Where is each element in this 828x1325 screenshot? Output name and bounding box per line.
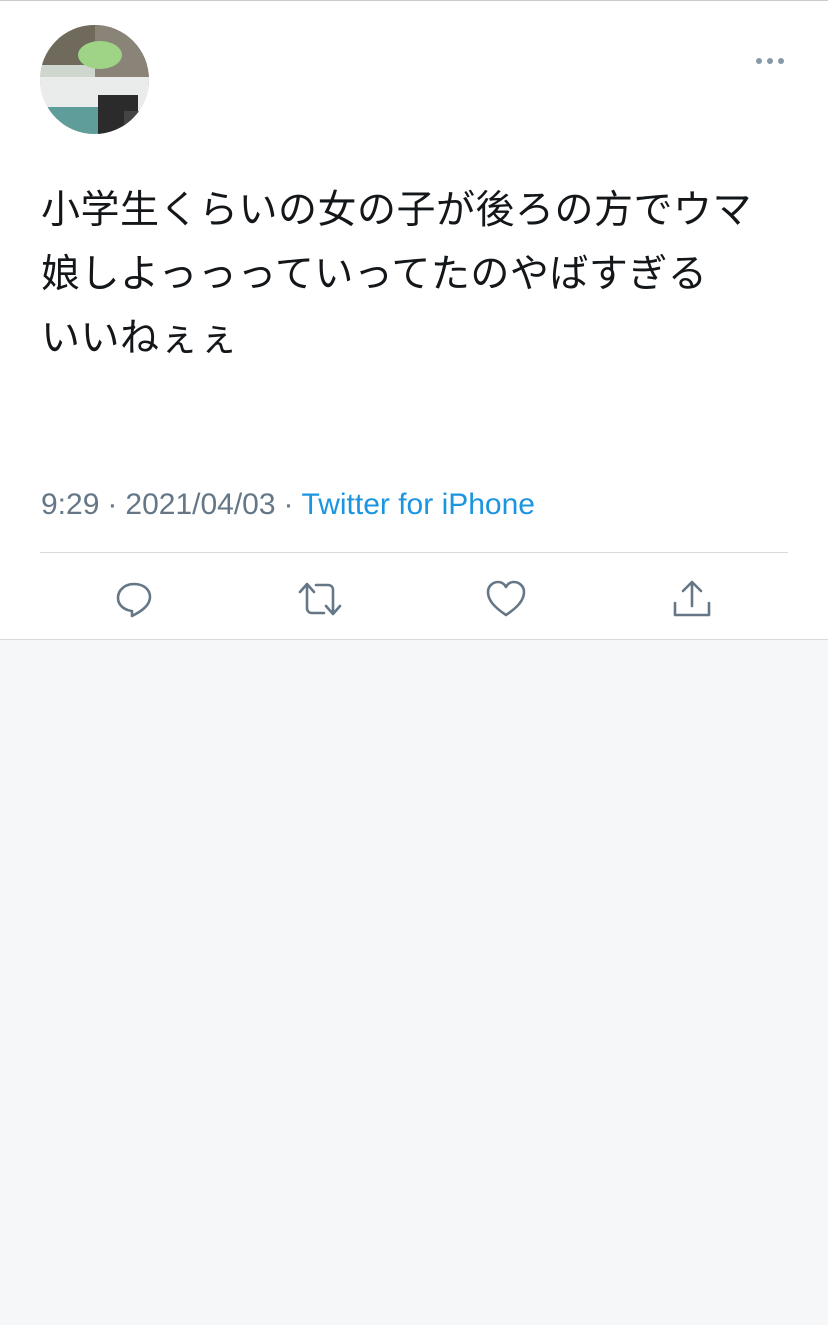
- reply-button[interactable]: [110, 575, 158, 623]
- like-button[interactable]: [482, 575, 530, 623]
- meta-separator: ·: [283, 488, 294, 521]
- author-name[interactable]: [170, 39, 640, 79]
- more-horizontal-icon: [756, 58, 784, 64]
- more-options-button[interactable]: [748, 45, 792, 77]
- tweet-card: 小学生くらいの女の子が後ろの方でウマ娘しよっっっていってたのやばすぎる いいねぇ…: [0, 1, 828, 640]
- retweet-icon: [298, 582, 342, 616]
- tweet-text: 小学生くらいの女の子が後ろの方でウマ娘しよっっっていってたのやばすぎる いいねぇ…: [41, 188, 753, 361]
- share-icon: [673, 580, 711, 617]
- meta-separator: ·: [107, 488, 118, 521]
- actions-divider: [40, 552, 788, 553]
- heart-icon: [486, 580, 526, 617]
- tweet-time[interactable]: 9:29: [41, 488, 99, 521]
- tweet-meta: 9:29 · 2021/04/03 · Twitter for iPhone: [41, 485, 535, 525]
- reply-icon: [116, 582, 152, 618]
- share-button[interactable]: [668, 575, 716, 623]
- tweet-date[interactable]: 2021/04/03: [125, 488, 275, 521]
- avatar-image: [40, 25, 149, 134]
- action-bar: [0, 561, 828, 637]
- author-handle[interactable]: [166, 89, 446, 119]
- avatar[interactable]: [40, 25, 149, 134]
- tweet-source-link[interactable]: Twitter for iPhone: [302, 488, 535, 521]
- retweet-button[interactable]: [296, 575, 344, 623]
